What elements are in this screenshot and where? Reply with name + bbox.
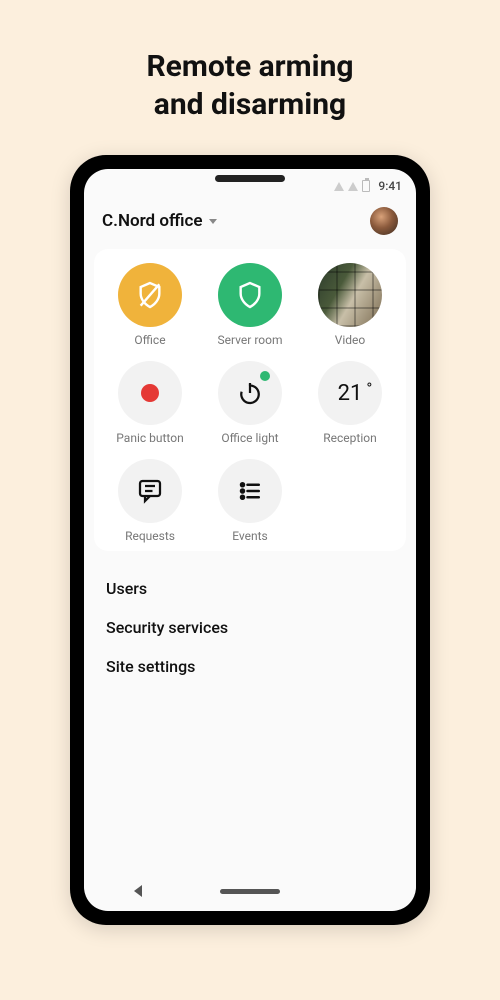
tiles-grid: Office Server room Video Panic b — [100, 263, 400, 543]
tile-requests[interactable]: Requests — [100, 459, 200, 543]
chat-icon — [118, 459, 182, 523]
panic-icon — [118, 361, 182, 425]
tile-label: Panic button — [116, 431, 183, 445]
avatar[interactable] — [370, 207, 398, 235]
status-bar: 9:41 — [84, 169, 416, 195]
tile-label: Office light — [221, 431, 278, 445]
temperature-value: 21 — [338, 381, 363, 406]
tile-label: Events — [232, 529, 268, 543]
tile-server-room[interactable]: Server room — [200, 263, 300, 347]
phone-screen: 9:41 C.Nord office Office — [84, 169, 416, 911]
status-time: 9:41 — [378, 179, 402, 193]
page-heading: Remote arming and disarming — [0, 0, 500, 123]
tile-label: Office — [134, 333, 165, 347]
page-heading-line1: Remote arming — [0, 48, 500, 86]
battery-icon — [362, 180, 370, 192]
android-nav-bar — [84, 871, 416, 911]
signal-icon — [348, 182, 358, 191]
tile-label: Server room — [218, 333, 283, 347]
tile-office[interactable]: Office — [100, 263, 200, 347]
shield-icon — [218, 263, 282, 327]
menu-item-users[interactable]: Users — [106, 569, 394, 608]
tile-office-light[interactable]: Office light — [200, 361, 300, 445]
shield-off-icon — [118, 263, 182, 327]
list-icon — [218, 459, 282, 523]
menu-item-site-settings[interactable]: Site settings — [106, 647, 394, 686]
tile-events[interactable]: Events — [200, 459, 300, 543]
site-name: C.Nord office — [102, 211, 203, 231]
phone-frame: 9:41 C.Nord office Office — [70, 155, 430, 925]
video-thumbnail — [318, 263, 382, 327]
page-heading-line2: and disarming — [0, 86, 500, 124]
bottom-menu: Users Security services Site settings — [84, 551, 416, 686]
status-dot-icon — [260, 371, 270, 381]
tile-panic-button[interactable]: Panic button — [100, 361, 200, 445]
tile-label: Requests — [125, 529, 175, 543]
tiles-card: Office Server room Video Panic b — [94, 249, 406, 551]
tile-video[interactable]: Video — [300, 263, 400, 347]
tile-label: Video — [335, 333, 366, 347]
phone-speaker — [215, 175, 285, 182]
tile-label: Reception — [323, 431, 376, 445]
nav-back-icon[interactable] — [134, 885, 142, 897]
wifi-icon — [334, 182, 344, 191]
chevron-down-icon — [209, 219, 217, 224]
power-icon — [218, 361, 282, 425]
menu-item-security-services[interactable]: Security services — [106, 608, 394, 647]
nav-home-icon[interactable] — [220, 889, 280, 894]
site-selector[interactable]: C.Nord office — [102, 211, 217, 231]
tile-reception[interactable]: 21 Reception — [300, 361, 400, 445]
app-header: C.Nord office — [84, 195, 416, 241]
temperature-icon: 21 — [318, 361, 382, 425]
